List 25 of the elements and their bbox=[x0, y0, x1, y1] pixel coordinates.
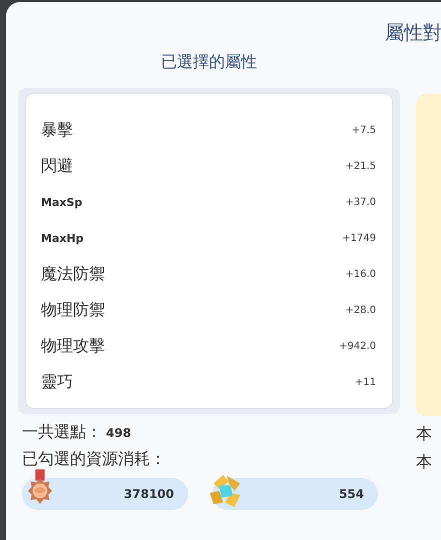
total-points-label: 一共選點： bbox=[22, 422, 102, 443]
comparison-text: 本 bbox=[416, 424, 433, 445]
attribute-name: MaxHp bbox=[41, 232, 84, 244]
attribute-value: +21.5 bbox=[345, 160, 376, 172]
attribute-value: +11 bbox=[354, 376, 376, 388]
comparison-text: 本 bbox=[416, 452, 433, 473]
section-heading: 已選擇的屬性 bbox=[160, 51, 258, 73]
attribute-name: 魔法防禦 bbox=[41, 264, 105, 284]
attribute-name: 物理防禦 bbox=[41, 300, 105, 320]
attribute-name: 閃避 bbox=[41, 156, 73, 176]
attribute-value: +37.0 bbox=[345, 196, 376, 208]
attribute-name: 暴擊 bbox=[41, 120, 73, 140]
attribute-value: +16.0 bbox=[345, 268, 376, 280]
attribute-value: +28.0 bbox=[345, 304, 376, 316]
cost-label: 已勾選的資源消耗： bbox=[22, 449, 167, 470]
attribute-value: +7.5 bbox=[352, 124, 376, 136]
attribute-value: +942.0 bbox=[338, 340, 376, 352]
cost-amount: 378100 bbox=[124, 487, 174, 501]
attribute-value: +1749 bbox=[342, 232, 376, 244]
dialog-title: 屬性對 bbox=[385, 21, 441, 46]
attribute-name: 靈巧 bbox=[41, 372, 73, 392]
attribute-name: 物理攻擊 bbox=[41, 336, 105, 356]
total-points-value: 498 bbox=[106, 426, 132, 440]
attribute-name: MaxSp bbox=[41, 196, 82, 208]
cost-amount: 554 bbox=[338, 487, 364, 501]
